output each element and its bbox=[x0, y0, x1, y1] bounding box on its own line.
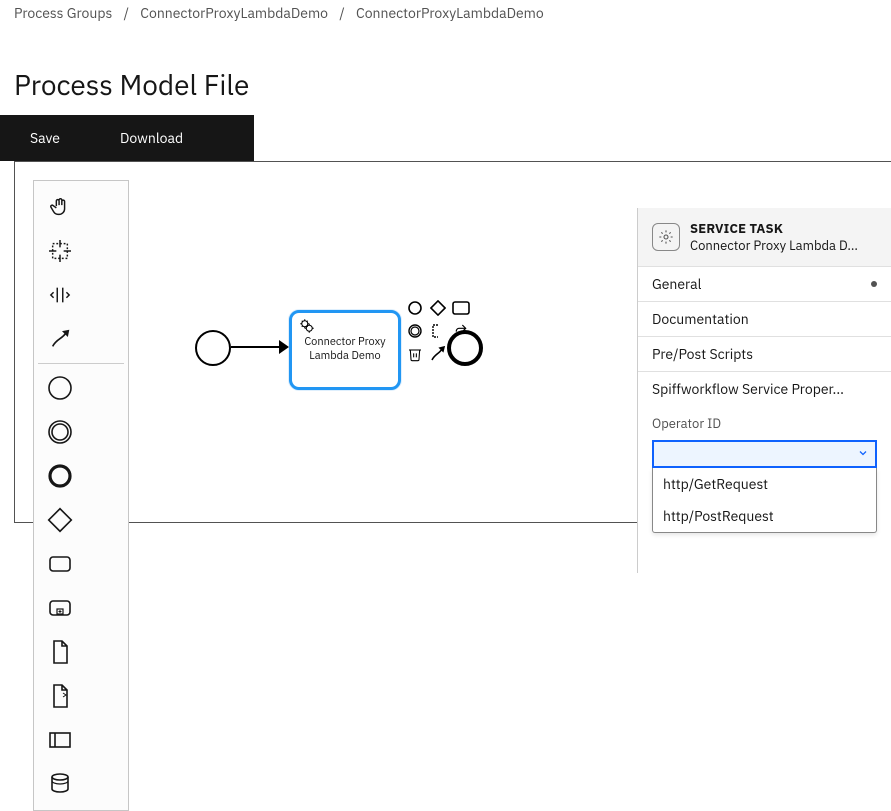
space-tool[interactable] bbox=[38, 273, 82, 317]
connect-tool[interactable] bbox=[38, 317, 82, 361]
section-label: Documentation bbox=[652, 310, 749, 328]
breadcrumb-model: ConnectorProxyLambdaDemo bbox=[356, 4, 544, 22]
section-label: General bbox=[652, 275, 701, 293]
service-task-label: Connector Proxy Lambda Demo bbox=[292, 336, 398, 364]
dropdown-option[interactable]: http/PostRequest bbox=[653, 500, 876, 532]
end-event-tool[interactable] bbox=[38, 454, 82, 498]
annotation-icon[interactable] bbox=[428, 321, 448, 341]
section-label: Spiffworkflow Service Proper... bbox=[652, 380, 844, 398]
breadcrumb-group[interactable]: ConnectorProxyLambdaDemo bbox=[140, 4, 328, 22]
subprocess-tool[interactable] bbox=[38, 586, 82, 630]
dot-indicator bbox=[871, 281, 877, 287]
operator-id-select[interactable] bbox=[652, 440, 877, 468]
sequence-flow[interactable] bbox=[231, 346, 285, 348]
dropdown-option[interactable]: http/GetRequest bbox=[653, 468, 876, 500]
section-documentation[interactable]: Documentation bbox=[638, 302, 891, 337]
participant-tool[interactable] bbox=[38, 718, 82, 762]
append-gateway-icon[interactable] bbox=[428, 298, 448, 318]
toolbar: Save Download bbox=[0, 115, 254, 161]
delete-icon[interactable] bbox=[405, 344, 425, 364]
lasso-tool[interactable] bbox=[38, 229, 82, 273]
operator-id-dropdown: http/GetRequest http/PostRequest bbox=[652, 468, 877, 533]
gateway-tool[interactable] bbox=[38, 498, 82, 542]
service-task-node[interactable]: Connector Proxy Lambda Demo bbox=[289, 310, 401, 390]
section-scripts[interactable]: Pre/Post Scripts bbox=[638, 337, 891, 372]
properties-panel: SERVICE TASK Connector Proxy Lambda D...… bbox=[637, 208, 891, 573]
download-button[interactable]: Download bbox=[90, 115, 213, 161]
append-task-icon[interactable] bbox=[451, 298, 471, 318]
save-button[interactable]: Save bbox=[0, 115, 90, 161]
gear-icon bbox=[652, 223, 680, 251]
breadcrumb-sep: / bbox=[331, 4, 352, 22]
breadcrumb-sep: / bbox=[116, 4, 137, 22]
section-service-properties[interactable]: Spiffworkflow Service Proper... bbox=[638, 372, 891, 406]
intermediate-event-tool[interactable] bbox=[38, 410, 82, 454]
start-event-tool[interactable] bbox=[38, 366, 82, 410]
task-tool[interactable] bbox=[38, 542, 82, 586]
breadcrumb-root[interactable]: Process Groups bbox=[14, 4, 112, 22]
breadcrumb: Process Groups / ConnectorProxyLambdaDem… bbox=[0, 0, 891, 22]
operator-id-label: Operator ID bbox=[652, 415, 721, 432]
properties-header: SERVICE TASK Connector Proxy Lambda D... bbox=[638, 208, 891, 267]
element-type: SERVICE TASK bbox=[690, 220, 858, 237]
end-event[interactable] bbox=[447, 330, 483, 366]
data-store-tool[interactable] bbox=[38, 762, 82, 806]
sequence-flow-arrowhead bbox=[279, 340, 289, 354]
chevron-down-icon bbox=[857, 445, 869, 463]
data-object-ref-tool[interactable] bbox=[38, 674, 82, 718]
append-event-icon[interactable] bbox=[405, 298, 425, 318]
start-event[interactable] bbox=[195, 330, 231, 366]
section-label: Pre/Post Scripts bbox=[652, 345, 753, 363]
connect-icon[interactable] bbox=[428, 344, 448, 364]
section-general[interactable]: General bbox=[638, 267, 891, 302]
operator-id-field: Operator ID bbox=[638, 406, 891, 436]
hand-tool[interactable] bbox=[38, 185, 82, 229]
page-title: Process Model File bbox=[0, 22, 891, 115]
element-name: Connector Proxy Lambda D... bbox=[690, 237, 858, 254]
data-object-tool[interactable] bbox=[38, 630, 82, 674]
append-intermediate-icon[interactable] bbox=[405, 321, 425, 341]
gear-icon bbox=[298, 317, 316, 340]
tool-palette bbox=[33, 180, 129, 811]
